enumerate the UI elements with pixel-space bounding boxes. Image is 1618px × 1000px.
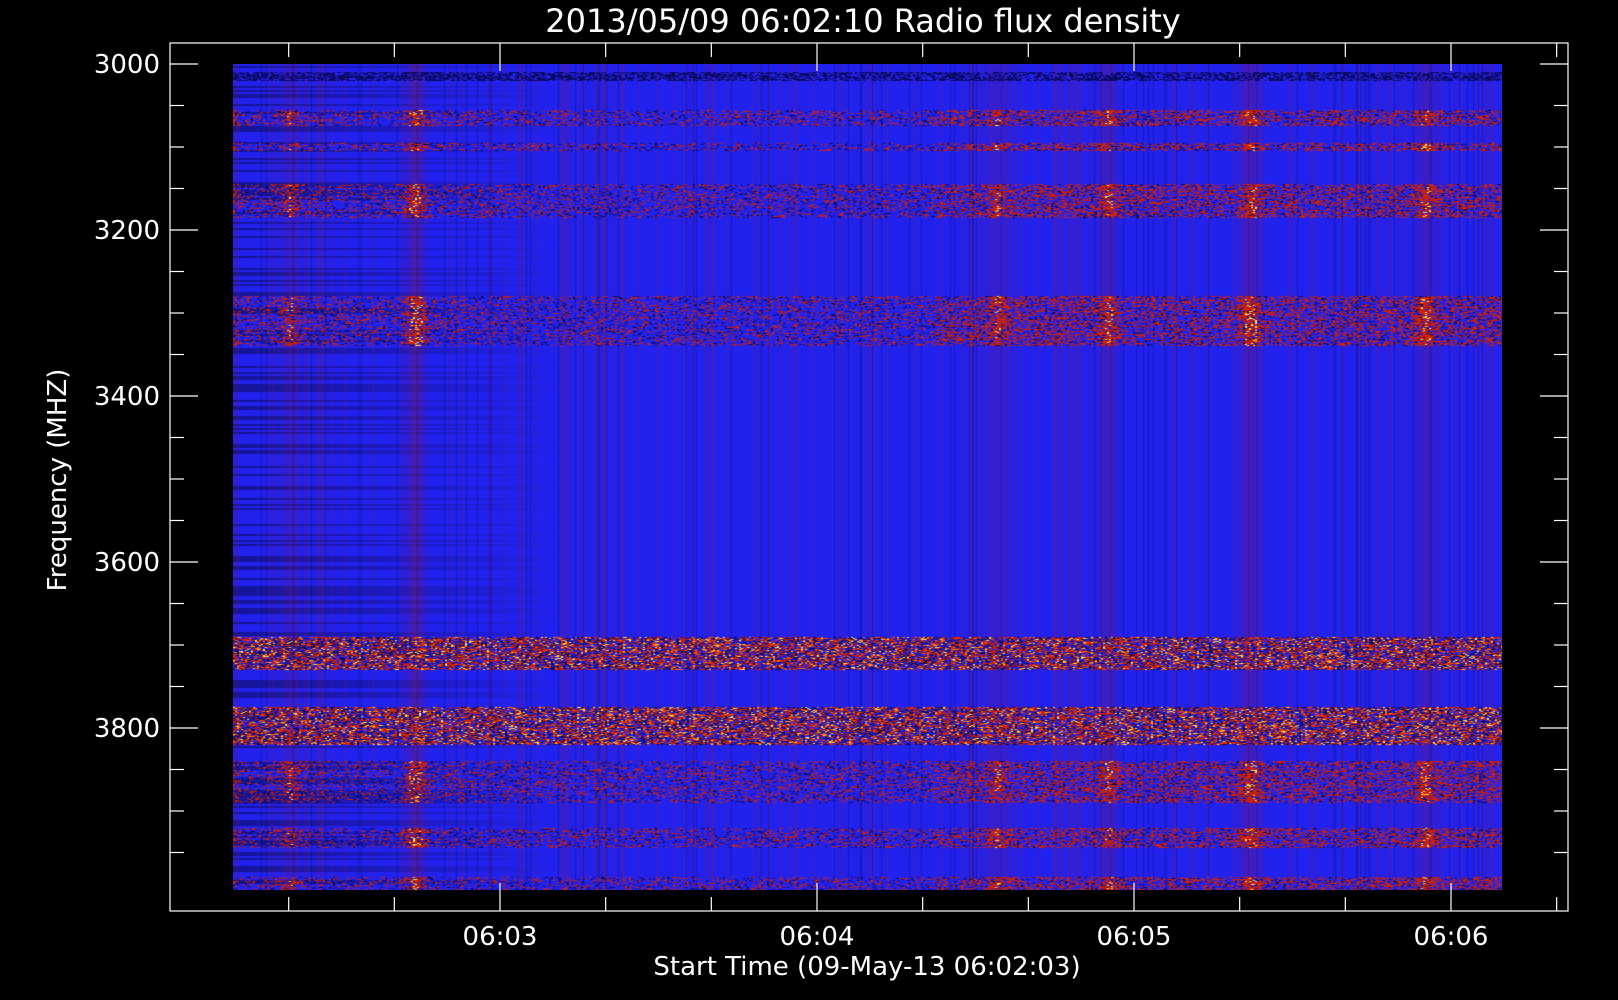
y-tick-label: 3400 (94, 382, 160, 412)
y-tick-label: 3200 (94, 216, 160, 246)
y-axis-label: Frequency (MHZ) (43, 369, 73, 592)
x-axis-label: Start Time (09-May-13 06:02:03) (653, 952, 1080, 982)
spectrogram-heatmap (233, 64, 1502, 890)
x-tick-label: 06:06 (1414, 922, 1489, 952)
y-tick-label: 3800 (94, 714, 160, 744)
y-tick-label: 3000 (94, 50, 160, 80)
x-tick-label: 06:05 (1097, 922, 1172, 952)
y-tick-labels: 3000 3200 3400 3600 3800 (94, 50, 160, 744)
x-tick-labels: 06:03 06:04 06:05 06:06 (463, 922, 1489, 952)
chart-title: 2013/05/09 06:02:10 Radio flux density (545, 2, 1180, 40)
x-tick-label: 06:03 (463, 922, 538, 952)
radio-spectrogram-chart: 2013/05/09 06:02:10 Radio flux density 3… (43, 2, 1569, 982)
y-tick-label: 3600 (94, 548, 160, 578)
heatmap-image (233, 64, 1502, 890)
x-tick-label: 06:04 (780, 922, 855, 952)
